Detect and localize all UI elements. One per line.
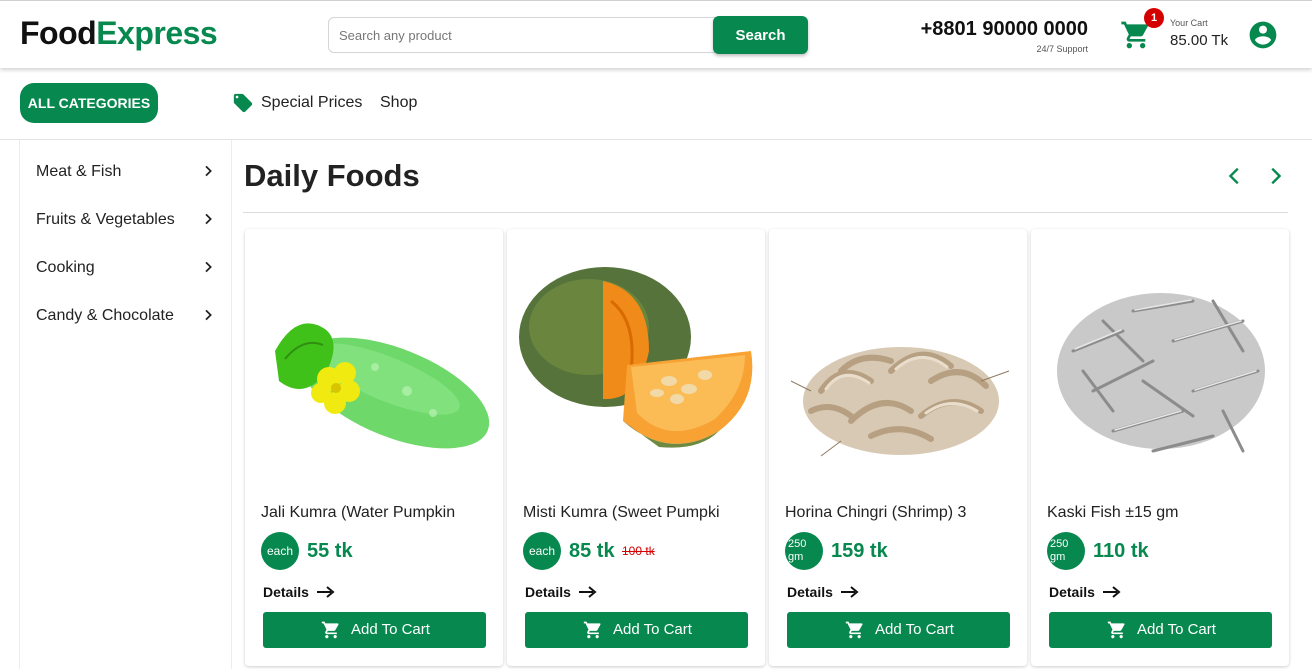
details-link[interactable]: Details [525, 584, 571, 600]
sidebar-item-candy-chocolate[interactable]: Candy & Chocolate [36, 301, 216, 331]
logo[interactable]: FoodExpress [20, 15, 218, 52]
cart-icon [583, 621, 601, 639]
nav-special-prices[interactable]: Special Prices [261, 94, 362, 112]
search-bar: Search [328, 16, 808, 54]
search-button[interactable]: Search [713, 16, 808, 54]
product-price: 110 tk [1093, 540, 1149, 562]
details-link[interactable]: Details [263, 584, 309, 600]
add-to-cart-button[interactable]: Add To Cart [263, 612, 486, 648]
sidebar-item-meat-fish[interactable]: Meat & Fish [36, 157, 216, 187]
arrow-right-icon[interactable] [1264, 164, 1286, 188]
arrow-right-long-icon[interactable] [841, 586, 859, 598]
add-to-cart-button[interactable]: Add To Cart [1049, 612, 1272, 648]
product-old-price: 100 tk [622, 544, 655, 558]
product-image-sweet-pumpkin[interactable] [519, 241, 753, 491]
sidebar-item-label: Cooking [36, 259, 95, 276]
product-image-kaski-fish[interactable] [1043, 241, 1277, 491]
arrow-left-icon[interactable] [1224, 164, 1246, 188]
product-card[interactable]: Horina Chingri (Shrimp) 3 250 gm 159 tk … [769, 229, 1027, 666]
all-categories-button[interactable]: ALL CATEGORIES [20, 83, 158, 123]
product-price: 55 tk [307, 540, 353, 562]
search-input[interactable] [328, 17, 728, 53]
sidebar-item-label: Candy & Chocolate [36, 307, 174, 324]
add-to-cart-label: Add To Cart [1137, 621, 1216, 638]
sidebar-item-cooking[interactable]: Cooking [36, 253, 216, 283]
add-to-cart-button[interactable]: Add To Cart [787, 612, 1010, 648]
nav-bar: ALL CATEGORIES Special Prices Shop [0, 68, 1312, 140]
unit-badge: 250 gm [785, 532, 823, 570]
tag-icon [233, 93, 253, 113]
product-card[interactable]: Misti Kumra (Sweet Pumpki each 85 tk 100… [507, 229, 765, 666]
section-divider [243, 212, 1288, 213]
product-name[interactable]: Kaski Fish ±15 gm [1047, 504, 1272, 522]
add-to-cart-label: Add To Cart [613, 621, 692, 638]
cart-icon [845, 621, 863, 639]
details-link[interactable]: Details [787, 584, 833, 600]
cart-icon [321, 621, 339, 639]
product-card[interactable]: Kaski Fish ±15 gm 250 gm 110 tk Details … [1031, 229, 1289, 666]
arrow-right-long-icon[interactable] [317, 586, 335, 598]
sidebar-item-fruits-vegetables[interactable]: Fruits & Vegetables [36, 205, 216, 235]
sidebar-item-label: Fruits & Vegetables [36, 211, 175, 228]
details-link[interactable]: Details [1049, 584, 1095, 600]
chevron-right-icon [205, 213, 212, 225]
chevron-right-icon [205, 309, 212, 321]
product-name[interactable]: Misti Kumra (Sweet Pumpki [523, 504, 748, 522]
chevron-right-icon [205, 261, 212, 273]
add-to-cart-button[interactable]: Add To Cart [525, 612, 748, 648]
arrow-right-long-icon[interactable] [579, 586, 597, 598]
nav-shop[interactable]: Shop [380, 94, 417, 112]
cart-count-badge: 1 [1144, 8, 1164, 28]
product-name[interactable]: Jali Kumra (Water Pumpkin [261, 504, 486, 522]
support-label: 24/7 Support [1036, 44, 1088, 54]
sidebar-item-label: Meat & Fish [36, 163, 122, 180]
product-price: 85 tk [569, 540, 615, 562]
product-card[interactable]: Jali Kumra (Water Pumpkin each 55 tk Det… [245, 229, 503, 666]
section-title: Daily Foods [244, 158, 420, 193]
product-name[interactable]: Horina Chingri (Shrimp) 3 [785, 504, 1010, 522]
add-to-cart-label: Add To Cart [351, 621, 430, 638]
header: FoodExpress Search +8801 90000 0000 24/7… [0, 0, 1312, 68]
unit-badge: each [523, 532, 561, 570]
cart-icon [1107, 621, 1125, 639]
unit-badge: 250 gm [1047, 532, 1085, 570]
logo-express: Express [96, 15, 218, 51]
logo-food: Food [20, 15, 97, 51]
product-image-water-pumpkin[interactable] [257, 241, 491, 491]
product-image-shrimp[interactable] [781, 241, 1015, 491]
cart-total[interactable]: 85.00 Tk [1170, 32, 1228, 49]
cart-label: Your Cart [1170, 18, 1208, 28]
arrow-right-long-icon[interactable] [1103, 586, 1121, 598]
support-phone: +8801 90000 0000 [920, 18, 1088, 40]
unit-badge: each [261, 532, 299, 570]
category-sidebar: Meat & Fish Fruits & Vegetables Cooking … [19, 140, 232, 669]
product-price: 159 tk [831, 540, 888, 562]
chevron-right-icon [205, 165, 212, 177]
user-icon[interactable] [1247, 19, 1279, 51]
add-to-cart-label: Add To Cart [875, 621, 954, 638]
